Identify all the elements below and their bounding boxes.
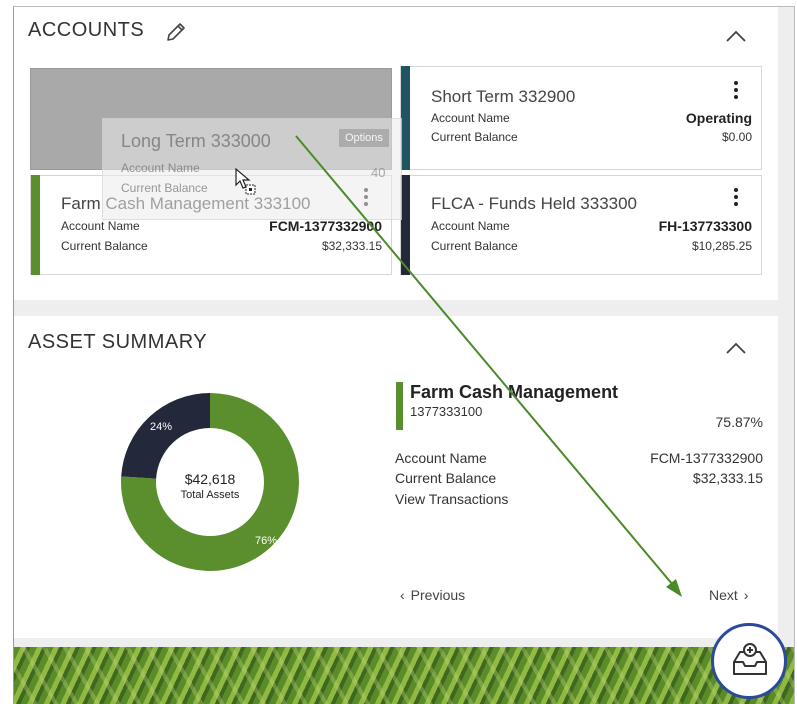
app-frame: ACCOUNTS Short Term 332900 Account Name … <box>13 6 795 704</box>
inbox-action-button[interactable] <box>711 623 787 699</box>
drag-arrow-annotation <box>295 135 682 597</box>
inbox-plus-icon <box>733 643 767 675</box>
